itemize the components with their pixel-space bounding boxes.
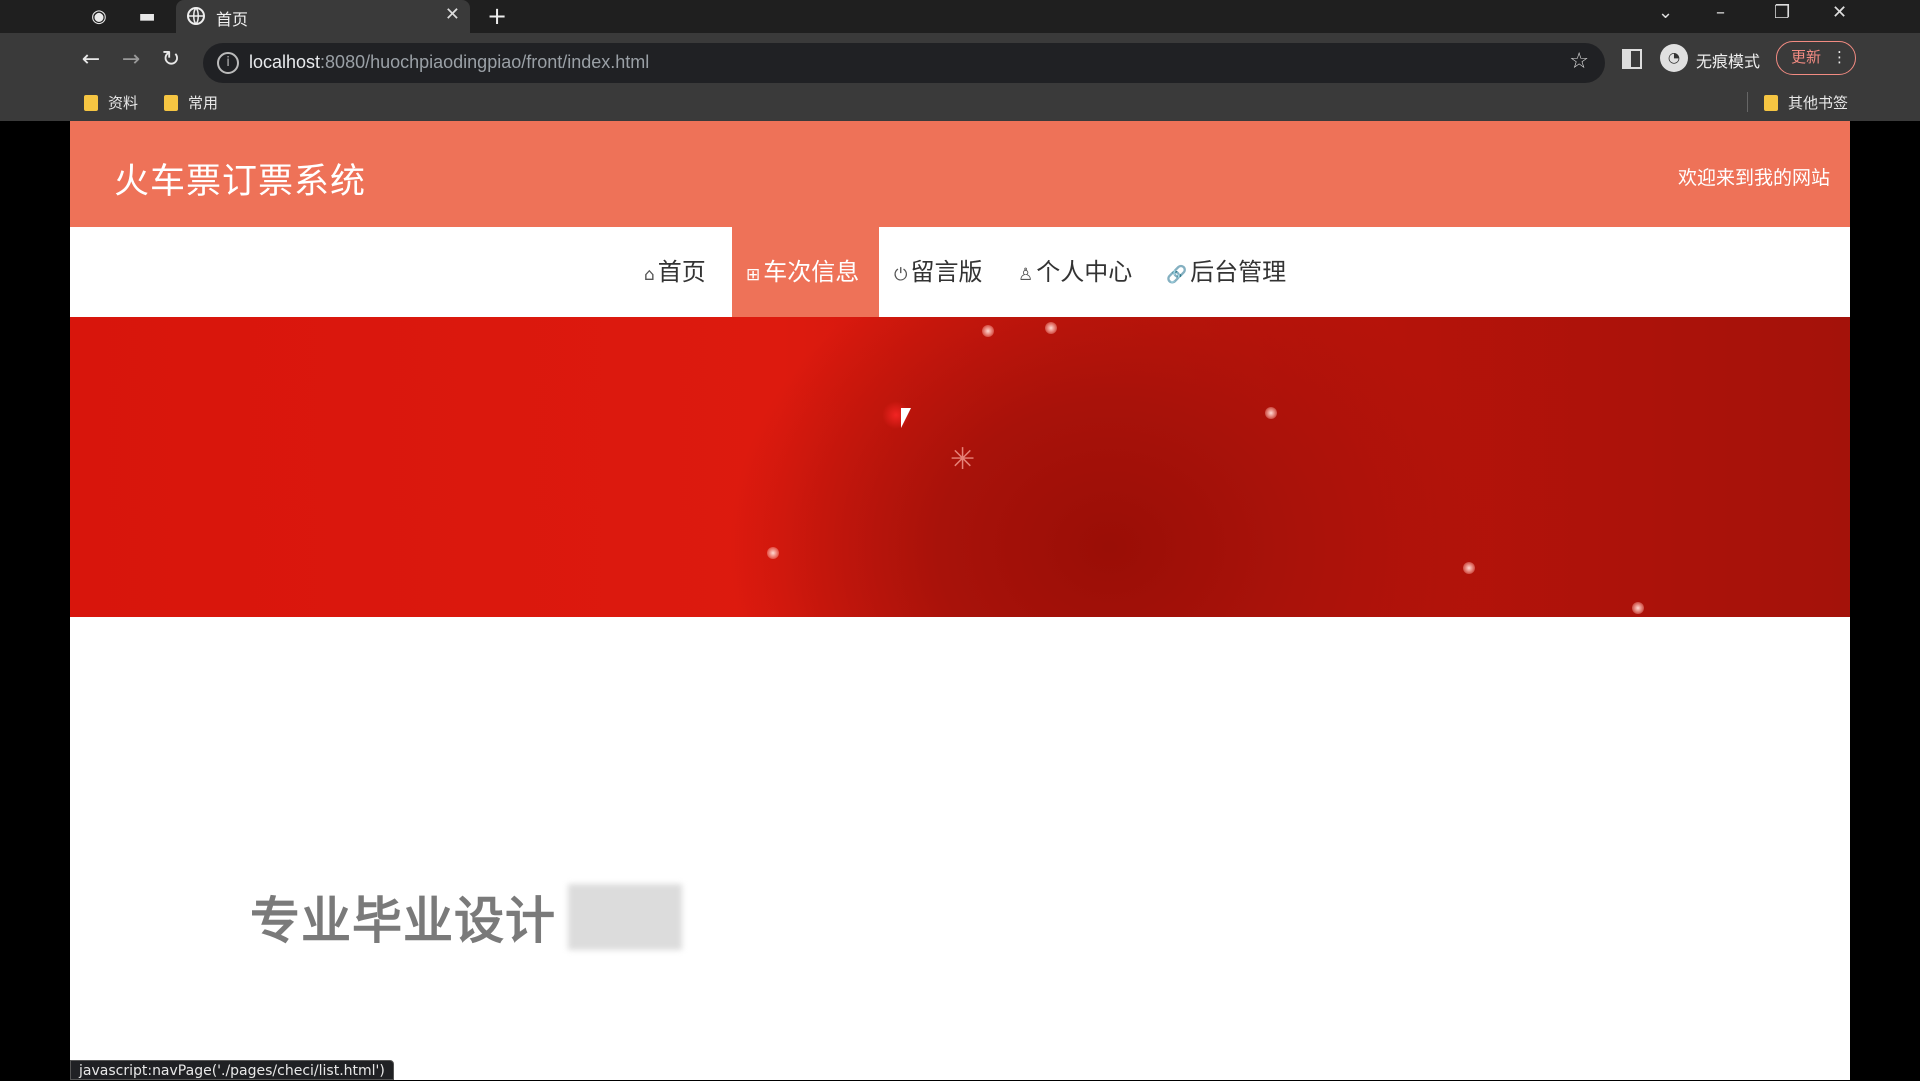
- site-info-icon[interactable]: i: [217, 52, 239, 74]
- browser-tab-strip: ◉ ▬ 首页 ✕ + ⌄ – ❐ ✕: [0, 0, 1920, 33]
- blurred-region: [568, 884, 682, 950]
- grid-icon: ⊞: [746, 265, 761, 285]
- nav-item-message-board[interactable]: ⏻ 留言版: [880, 227, 996, 317]
- loading-spinner-icon: ✳: [950, 442, 976, 477]
- welcome-text: 欢迎来到我的网站: [1677, 167, 1830, 189]
- folder-icon: [1764, 95, 1778, 111]
- globe-icon: [187, 7, 205, 25]
- user-icon: ♙: [1018, 265, 1034, 285]
- page-viewport: 火车票订票系统 欢迎来到我的网站 ⌂ 首页 ⊞ 车次信息 ⏻ 留言版 ♙ 个人中心 🔗 后…: [70, 121, 1850, 1080]
- profile-icon[interactable]: ◉: [88, 6, 110, 28]
- minimize-button[interactable]: –: [1716, 2, 1725, 23]
- browser-toolbar: ← → ↻ i localhost:8080/huochpiaodingpiao…: [0, 33, 1920, 121]
- link-icon: 🔗: [1166, 265, 1188, 285]
- incognito-icon[interactable]: ◔: [1660, 44, 1688, 72]
- back-button[interactable]: ←: [76, 47, 106, 72]
- reload-button[interactable]: ↻: [156, 47, 186, 72]
- sparkle: [767, 547, 779, 559]
- hero-banner: ✳: [70, 317, 1850, 617]
- tab-search-icon[interactable]: ⌄: [1658, 2, 1673, 23]
- sparkle: [982, 325, 994, 337]
- close-tab-icon[interactable]: ✕: [445, 4, 460, 25]
- main-nav: ⌂ 首页 ⊞ 车次信息 ⏻ 留言版 ♙ 个人中心 🔗 后台管理: [70, 227, 1850, 317]
- forward-button[interactable]: →: [116, 47, 146, 72]
- restore-button[interactable]: ❐: [1774, 2, 1790, 23]
- sparkle: [1463, 562, 1475, 574]
- sparkle: [1632, 602, 1644, 614]
- side-panel-icon[interactable]: [1622, 49, 1642, 69]
- tab-overview-icon[interactable]: ▬: [136, 6, 158, 28]
- folder-icon: [164, 95, 178, 111]
- bookmark-changyong[interactable]: 常用: [164, 92, 218, 113]
- close-window-button[interactable]: ✕: [1832, 2, 1847, 23]
- power-icon: ⏻: [894, 265, 908, 285]
- address-bar[interactable]: i localhost:8080/huochpiaodingpiao/front…: [203, 43, 1605, 83]
- new-tab-button[interactable]: +: [487, 2, 507, 30]
- tagline: 专业毕业设计: [250, 892, 556, 950]
- site-header: 火车票订票系统 欢迎来到我的网站: [70, 121, 1850, 227]
- nav-item-personal-center[interactable]: ♙ 个人中心: [1004, 227, 1146, 317]
- incognito-label: 无痕模式: [1696, 52, 1761, 71]
- bookmark-divider: [1747, 92, 1748, 112]
- sparkle: [1045, 322, 1057, 334]
- folder-icon: [84, 95, 98, 111]
- bookmark-ziliao[interactable]: 资料: [84, 92, 138, 113]
- nav-item-train-info[interactable]: ⊞ 车次信息: [732, 227, 879, 317]
- link-status-bar: javascript:navPage('./pages/checi/list.h…: [70, 1060, 394, 1080]
- nav-item-home[interactable]: ⌂ 首页: [630, 227, 720, 317]
- site-title: 火车票订票系统: [114, 162, 367, 202]
- menu-icon[interactable]: ⋮: [1832, 42, 1847, 73]
- update-button[interactable]: 更新 ⋮: [1776, 41, 1856, 75]
- url-text: localhost:8080/huochpiaodingpiao/front/i…: [249, 52, 650, 72]
- tab-title: 首页: [216, 10, 249, 29]
- mouse-cursor-icon: [901, 408, 911, 428]
- sparkle: [1265, 407, 1277, 419]
- home-icon: ⌂: [644, 265, 655, 285]
- nav-item-admin[interactable]: 🔗 后台管理: [1152, 227, 1300, 317]
- bookmark-star-icon[interactable]: ☆: [1569, 49, 1589, 74]
- tab-home[interactable]: 首页 ✕: [176, 0, 470, 33]
- bookmark-other[interactable]: 其他书签: [1764, 92, 1848, 113]
